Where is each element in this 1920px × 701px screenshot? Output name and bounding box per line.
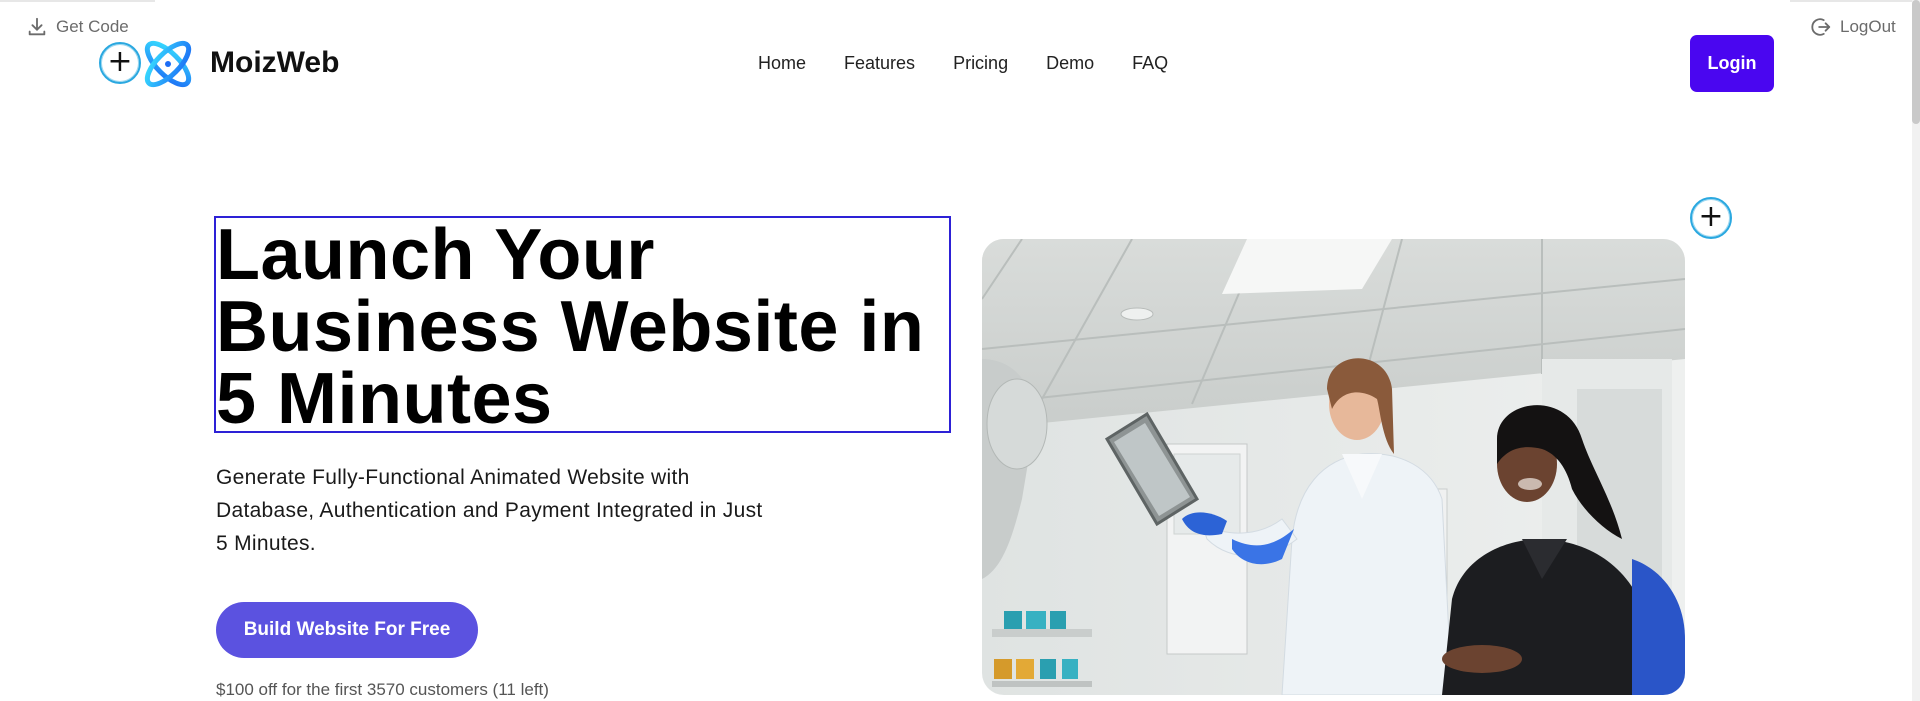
nav-item-faq[interactable]: FAQ bbox=[1132, 53, 1168, 74]
logout-button[interactable]: LogOut bbox=[1810, 16, 1896, 38]
nav-item-pricing[interactable]: Pricing bbox=[953, 53, 1008, 74]
brand-name[interactable]: MoizWeb bbox=[210, 46, 339, 80]
logo-icon bbox=[144, 40, 192, 88]
headline-line-3: 5 Minutes bbox=[216, 359, 553, 439]
headline-line-1: Launch Your bbox=[216, 215, 655, 295]
nav-item-home[interactable]: Home bbox=[758, 53, 806, 74]
logout-label: LogOut bbox=[1840, 17, 1896, 36]
login-button[interactable]: Login bbox=[1690, 35, 1774, 92]
top-divider-left bbox=[0, 0, 155, 2]
nav-item-demo[interactable]: Demo bbox=[1046, 53, 1094, 74]
add-section-button-hero[interactable]: + bbox=[1690, 197, 1732, 239]
get-code-button[interactable]: Get Code bbox=[26, 16, 129, 38]
get-code-label: Get Code bbox=[56, 17, 129, 36]
download-icon bbox=[28, 17, 46, 36]
nav-item-features[interactable]: Features bbox=[844, 53, 915, 74]
hero-photo-illustration bbox=[982, 239, 1685, 695]
page-scrollbar[interactable] bbox=[1912, 0, 1920, 701]
offer-text: $100 off for the first 3570 customers (1… bbox=[216, 680, 549, 699]
plus-icon: + bbox=[1698, 199, 1724, 234]
headline-line-2: Business Website in bbox=[216, 287, 925, 367]
scrollbar-thumb[interactable] bbox=[1912, 0, 1920, 124]
build-website-button[interactable]: Build Website For Free bbox=[216, 602, 478, 658]
hero-headline[interactable]: Launch Your Business Website in 5 Minute… bbox=[216, 219, 951, 435]
hero-image bbox=[982, 239, 1685, 695]
hero-subtext: Generate Fully-Functional Animated Websi… bbox=[216, 466, 763, 555]
top-divider-right bbox=[1790, 0, 1920, 2]
plus-icon: + bbox=[107, 44, 133, 79]
add-section-button-header[interactable]: + bbox=[99, 42, 141, 84]
main-nav: Home Features Pricing Demo FAQ bbox=[758, 53, 1168, 74]
logout-icon bbox=[1811, 18, 1831, 36]
